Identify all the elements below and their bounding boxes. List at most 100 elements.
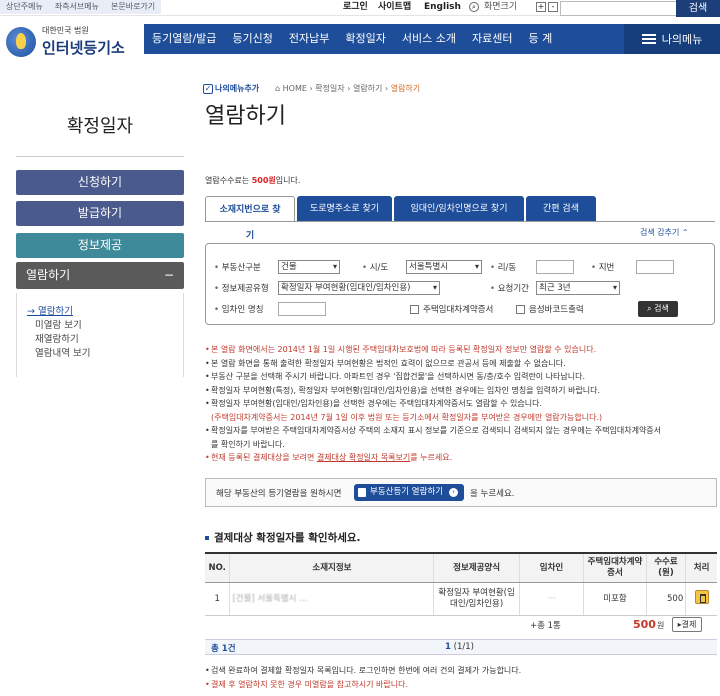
tenant-name-input[interactable]	[278, 302, 326, 316]
row-no: 1	[205, 582, 230, 616]
summary-count: +총 1통	[530, 621, 561, 631]
info-type-label: 정보제공유형	[214, 282, 269, 294]
ri-dong-input[interactable]	[536, 260, 574, 274]
tab-simple-search[interactable]: 간편 검색	[526, 196, 596, 222]
submenu-view[interactable]: → 열람하기	[17, 305, 183, 319]
period-label: 요청기간	[490, 282, 529, 294]
submenu-unviewed[interactable]: 미열람 보기	[17, 319, 183, 333]
check-icon: ✓	[203, 83, 213, 94]
registry-view-text: 해당 부동산의 등기열람을 원하시면	[216, 489, 342, 499]
result-table: NO. 소재지정보 정보제공양식 임차인 주택임대차계약증서 수수료(원) 처리…	[205, 552, 717, 616]
period-select[interactable]: 최근 3년	[536, 281, 620, 295]
tab-landlord-tenant[interactable]: 임대인/임차인명으로 찾기	[394, 196, 524, 222]
registry-view-suffix: 을 누르세요.	[470, 489, 515, 499]
notice-item: (주택임대차계약증서는 2014년 7월 1일 이후 법원 또는 등기소에서 확…	[211, 412, 603, 422]
property-type-select[interactable]: 건물	[278, 260, 340, 274]
row-fee: 500	[645, 582, 686, 616]
col-tenant: 임차인	[518, 552, 584, 583]
english-link[interactable]: English	[424, 0, 461, 14]
zoom-out-button[interactable]: -	[548, 2, 558, 12]
sidebar-item-apply[interactable]: 신청하기	[16, 170, 184, 195]
top-utility-bar: 상단주메뉴 좌측서브메뉴 본문바로가기 로그인 사이트맵 English ⌕ 화…	[0, 0, 720, 17]
sidebar-item-issue[interactable]: 발급하기	[16, 201, 184, 226]
jibun-label: 지번	[591, 261, 615, 273]
notice-item: 부동산 구분을 선택해 주시기 바랍니다. 아파트인 경우 '집합건물'을 선택…	[205, 370, 717, 384]
result-section-title: 결제대상 확정일자를 확인하세요.	[205, 530, 361, 545]
site-search-input[interactable]	[560, 1, 678, 16]
notice-item: 본 열람 화면을 통해 출력한 확정일자 부여현황은 법적인 효력이 없으므로 …	[205, 357, 717, 371]
sidebar-divider	[16, 156, 184, 157]
add-my-menu-button[interactable]: ✓ 나의메뉴추가	[203, 83, 259, 94]
skip-link-content[interactable]: 본문바로가기	[105, 0, 161, 14]
row-contract: 미포함	[583, 582, 647, 616]
submenu-history[interactable]: 열람내역 보기	[17, 347, 183, 361]
my-menu-label: 나의메뉴	[661, 33, 703, 46]
login-link[interactable]: 로그인	[343, 0, 368, 14]
nav-service-intro[interactable]: 서비스 소개	[394, 24, 464, 54]
fee-notice: 열람수수료는 500원입니다.	[205, 176, 301, 185]
col-address: 소재지정보	[229, 552, 434, 583]
skip-link-main-menu[interactable]: 상단주메뉴	[0, 0, 49, 14]
col-fee: 수수료(원)	[645, 552, 686, 583]
sido-select[interactable]: 서울특별시	[406, 260, 482, 274]
notice-item: 확정일자 부여현황(특정), 확정일자 부여현황(임대인/임차인용)을 선택한 …	[205, 384, 717, 398]
ri-dong-label: 리/동	[490, 261, 517, 273]
search-form: 부동산구분 건물 시/도 서울특별시 리/동 지번 정보제공유형 확정일자 부여…	[205, 243, 715, 325]
nav-registry-apply[interactable]: 등기신청	[224, 24, 280, 54]
nav-registry-view[interactable]: 등기열람/발급	[144, 24, 224, 54]
logo-title: 인터넷등기소	[42, 39, 125, 57]
col-no: NO.	[205, 552, 230, 583]
tab-lot-number[interactable]: 소재지번으로 찾기	[205, 196, 295, 241]
zoom-icon: ⌕	[469, 2, 479, 12]
page-title: 열람하기	[205, 104, 286, 129]
sidebar-title: 확정일자	[66, 116, 134, 137]
page-link[interactable]: 1	[445, 642, 451, 652]
summary-amount: 500	[633, 618, 656, 631]
lease-contract-checkbox[interactable]	[410, 305, 419, 314]
zoom-in-button[interactable]: +	[536, 2, 546, 12]
sidebar-submenu: → 열람하기 미열람 보기 재열람하기 열람내역 보기	[16, 293, 184, 377]
sidebar-item-view[interactable]: 열람하기 −	[16, 262, 184, 289]
col-contract: 주택임대차계약증서	[583, 552, 647, 583]
notice-item: 확정일자 부여현황(임대인/임차인용)을 선택한 경우에는 주택임대차계약증서도…	[205, 397, 717, 411]
logo[interactable]: 대한민국 법원 인터넷등기소	[6, 25, 125, 58]
zoom-label: 화면크기	[484, 2, 518, 12]
submenu-review[interactable]: 재열람하기	[17, 333, 183, 347]
barcode-label: 음성바코드출력	[529, 305, 584, 315]
pay-button[interactable]: ▸결제	[672, 617, 702, 632]
site-search-button[interactable]: 검색	[676, 0, 720, 17]
header: 대한민국 법원 인터넷등기소 등기열람/발급 등기신청 전자납부 확정일자 서비…	[0, 17, 720, 67]
notice-list: 본 열람 화면에서는 2014년 1월 1일 시행된 주택임대차보호법에 따라 …	[205, 343, 717, 465]
collapse-icon: −	[163, 268, 174, 282]
sidebar-item-info[interactable]: 정보제공	[16, 233, 184, 258]
nav-e-payment[interactable]: 전자납부	[281, 24, 337, 54]
nav-data-center[interactable]: 자료센터	[464, 24, 520, 54]
nav-fixed-date[interactable]: 확정일자	[337, 24, 393, 54]
notice-item-link: 현재 등록된 결제대상을 보려면 결제대상 확정일자 목록보기를 누르세요.	[205, 451, 717, 465]
lease-contract-label: 주택임대차계약증서	[423, 305, 494, 315]
jibun-input[interactable]	[636, 260, 674, 274]
info-type-select[interactable]: 확정일자 부여현황(임대인/임차인용)	[278, 281, 440, 295]
tab-road-address[interactable]: 도로명주소로 찾기	[297, 196, 392, 222]
skip-link-sub-menu[interactable]: 좌측서브메뉴	[49, 0, 105, 14]
barcode-checkbox[interactable]	[516, 305, 525, 314]
trash-icon[interactable]	[694, 590, 709, 604]
main-nav: 등기열람/발급 등기신청 전자납부 확정일자 서비스 소개 자료센터 등 계 나…	[144, 24, 720, 54]
payment-list-link[interactable]: 결제대상 확정일자 목록보기	[317, 453, 410, 462]
hamburger-icon	[641, 34, 656, 44]
skip-links: 상단주메뉴 좌측서브메뉴 본문바로가기	[0, 0, 162, 14]
row-form: 확정일자 부여현황(임대인/임차인용)	[433, 582, 520, 616]
my-menu-button[interactable]: 나의메뉴	[624, 24, 720, 54]
sido-label: 시/도	[362, 261, 389, 273]
sidebar-item-view-label: 열람하기	[26, 268, 71, 282]
row-address: [건물] 서울특별시 ...	[229, 582, 434, 616]
registry-view-button[interactable]: 부동산등기 열람하기 ›	[354, 484, 464, 501]
pagination-total: 총 1건	[211, 644, 236, 654]
sitemap-link[interactable]: 사이트맵	[378, 0, 411, 14]
summary-row: +총 1통 500 원 ▸결제	[205, 613, 717, 637]
hide-search-button[interactable]: 검색 감추기 ⌃	[640, 227, 689, 238]
summary-won: 원	[657, 621, 665, 630]
nav-statistics[interactable]: 등 계	[520, 24, 560, 54]
bullet-icon	[205, 536, 209, 540]
form-search-button[interactable]: ⌕ 검색	[638, 301, 678, 317]
